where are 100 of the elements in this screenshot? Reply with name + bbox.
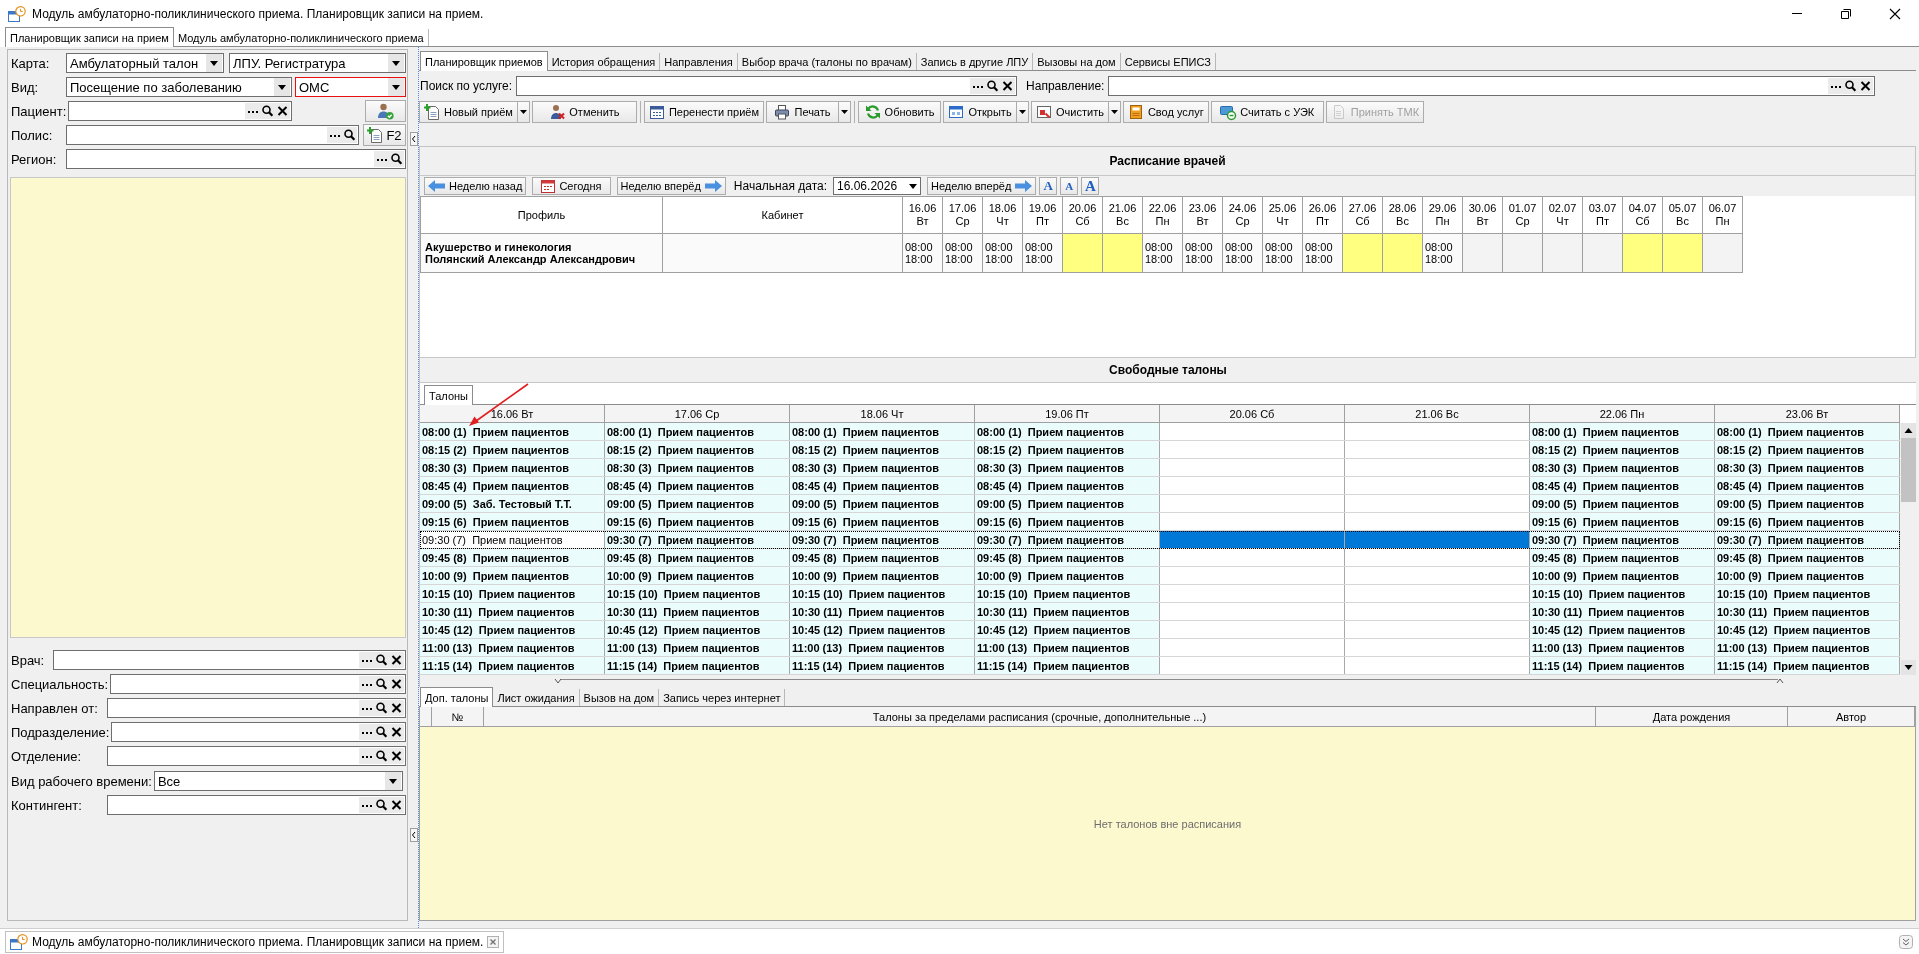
slot-cell[interactable]: 08:15 (2) Прием пациентов	[605, 441, 790, 458]
slot-cell[interactable]: 10:45 (12) Прием пациентов	[1715, 621, 1900, 638]
slot-cell[interactable]: 11:00 (13) Прием пациентов	[605, 639, 790, 656]
slot-cell[interactable]: 11:15 (14) Прием пациентов	[605, 657, 790, 674]
caret-icon[interactable]	[206, 54, 222, 72]
today-button[interactable]: Сегодня	[532, 177, 611, 195]
slot-cell[interactable]: 09:45 (8) Прием пациентов	[790, 549, 975, 566]
scroll-thumb[interactable]	[1901, 438, 1916, 502]
slot-cell[interactable]: 09:45 (8) Прием пациентов	[975, 549, 1160, 566]
slot-cell[interactable]: 10:30 (11) Прием пациентов	[605, 603, 790, 620]
tab[interactable]: Вызовы на дом	[1033, 53, 1121, 70]
slot-cell[interactable]: 09:15 (6) Прием пациентов	[605, 513, 790, 530]
slot-cell[interactable]: 10:00 (9) Прием пациентов	[1530, 567, 1715, 584]
user-button[interactable]	[365, 100, 406, 122]
open-button[interactable]: Открыть	[943, 101, 1017, 123]
search-icon[interactable]	[374, 724, 389, 740]
slot-cell[interactable]: 09:30 (7) Прием пациентов	[790, 531, 975, 548]
slot-cell[interactable]: 08:15 (2) Прием пациентов	[790, 441, 975, 458]
slot-cell[interactable]: 08:15 (2) Прием пациентов	[975, 441, 1160, 458]
search-icon[interactable]	[374, 652, 389, 668]
slot-row[interactable]: 09:00 (5) Заб. Тестовый Т.Т. 09:00 (5) Прием пациентов 09:00 (5) Прием пациентов 09:00 (5) Прием пациентов 09:00 (5) Прием пациентов 09:00 (5) Прием пациентов	[420, 495, 1900, 513]
slot-cell[interactable]: 08:00 (1) Прием пациентов	[1530, 423, 1715, 440]
slot-cell[interactable]: 09:15 (6) Прием пациентов	[1530, 513, 1715, 530]
lookup-field[interactable]	[107, 746, 406, 766]
slot-cell[interactable]: 10:45 (12) Прием пациентов	[975, 621, 1160, 638]
slot-cell[interactable]: 10:15 (10) Прием пациентов	[1715, 585, 1900, 602]
slot-cell[interactable]: 09:15 (6) Прием пациентов	[790, 513, 975, 530]
slot-cell[interactable]: 10:45 (12) Прием пациентов	[605, 621, 790, 638]
dropdown-button[interactable]	[1016, 101, 1029, 123]
tab[interactable]: Лист ожидания	[493, 689, 580, 706]
slot-cell[interactable]: 10:00 (9) Прием пациентов	[605, 567, 790, 584]
more-icon[interactable]	[359, 700, 374, 716]
slot-cell[interactable]: 08:45 (4) Прием пациентов	[420, 477, 605, 494]
more-icon[interactable]	[359, 724, 374, 740]
slot-cell[interactable]: 08:30 (3) Прием пациентов	[1530, 459, 1715, 476]
more-icon[interactable]	[327, 127, 342, 143]
cancel-button[interactable]: Отменить	[531, 101, 637, 123]
splitter-handle[interactable]	[555, 678, 1783, 684]
slot-cell[interactable]: 10:45 (12) Прием пациентов	[790, 621, 975, 638]
slot-cell[interactable]: 10:30 (11) Прием пациентов	[975, 603, 1160, 620]
slot-cell[interactable]: 09:45 (8) Прием пациентов	[1715, 549, 1900, 566]
search-icon[interactable]	[342, 127, 357, 143]
restore-icon[interactable]	[1840, 8, 1851, 19]
more-icon[interactable]	[359, 797, 374, 813]
slot-cell[interactable]: 09:30 (7) Прием пациентов	[975, 531, 1160, 548]
scroll-down-icon[interactable]	[1901, 660, 1916, 675]
more-icon[interactable]	[245, 103, 261, 119]
slot-cell[interactable]: 08:15 (2) Прием пациентов	[420, 441, 605, 458]
clear-icon[interactable]	[389, 748, 404, 764]
slot-cell[interactable]: 10:30 (11) Прием пациентов	[420, 603, 605, 620]
lookup-field[interactable]	[68, 101, 293, 121]
slot-cell[interactable]: 10:00 (9) Прием пациентов	[1715, 567, 1900, 584]
slot-cell[interactable]: 11:00 (13) Прием пациентов	[420, 639, 605, 656]
slot-cell[interactable]: 11:15 (14) Прием пациентов	[1530, 657, 1715, 674]
date-dropdown[interactable]: 16.06.2026	[833, 177, 921, 195]
slot-cell[interactable]: 09:00 (5) Заб. Тестовый Т.Т.	[420, 495, 605, 512]
slot-cell[interactable]: 09:30 (7) Прием пациентов	[1715, 531, 1900, 548]
slot-cell[interactable]: 11:00 (13) Прием пациентов	[790, 639, 975, 656]
slot-cell[interactable]: 08:00 (1) Прием пациентов	[1715, 423, 1900, 440]
tab[interactable]: Доп. талоны	[420, 687, 494, 707]
slot-cell[interactable]: 09:30 (7) Прием пациентов	[605, 531, 790, 548]
search-icon[interactable]	[374, 748, 389, 764]
more-icon[interactable]	[1828, 78, 1844, 94]
slot-cell[interactable]: 10:45 (12) Прием пациентов	[1530, 621, 1715, 638]
slot-cell[interactable]: 08:00 (1) Прием пациентов	[605, 423, 790, 440]
new-appointment-button[interactable]: Новый приём	[419, 101, 518, 123]
scrollbar[interactable]	[1900, 423, 1917, 675]
search-icon[interactable]	[374, 676, 389, 692]
lookup-field[interactable]	[66, 125, 359, 145]
slot-cell[interactable]: 09:00 (5) Прием пациентов	[975, 495, 1160, 512]
tab[interactable]: Направления	[660, 53, 738, 70]
slot-cell[interactable]: 11:00 (13) Прием пациентов	[1715, 639, 1900, 656]
caret-icon[interactable]	[385, 772, 401, 790]
lookup-field[interactable]	[107, 795, 406, 815]
slot-cell[interactable]: 10:00 (9) Прием пациентов	[420, 567, 605, 584]
slot-row[interactable]: 08:30 (3) Прием пациентов 08:30 (3) Прием пациентов 08:30 (3) Прием пациентов 08:30 (3) Прием пациентов 08:30 (3) Прием пациентов 08:30 (3) Прием пациентов	[420, 459, 1900, 477]
slot-cell[interactable]: 08:30 (3) Прием пациентов	[1715, 459, 1900, 476]
slot-cell[interactable]: 08:45 (4) Прием пациентов	[975, 477, 1160, 494]
font-size-button[interactable]: A	[1060, 177, 1079, 195]
slot-cell[interactable]: 08:15 (2) Прием пациентов	[1715, 441, 1900, 458]
slot-cell[interactable]: 08:45 (4) Прием пациентов	[605, 477, 790, 494]
slot-cell[interactable]: 08:00 (1) Прием пациентов	[975, 423, 1160, 440]
lookup-field[interactable]	[516, 76, 1018, 96]
previous-week-button[interactable]: Неделю назад	[424, 177, 527, 195]
more-icon[interactable]	[970, 78, 986, 94]
slot-cell[interactable]: 08:30 (3) Прием пациентов	[420, 459, 605, 476]
tab[interactable]: Запись в другие ЛПУ	[916, 53, 1034, 70]
next-week-button[interactable]: Неделю вперёд	[616, 177, 726, 195]
reschedule-button[interactable]: Перенести приём	[643, 101, 764, 123]
slot-row[interactable]: 10:15 (10) Прием пациентов 10:15 (10) Прием пациентов 10:15 (10) Прием пациентов 10:15 (10) Прием пациентов 10:15 (10) Прием пациентов 10:15 (10) Прием пациентов	[420, 585, 1900, 603]
clear-icon[interactable]	[275, 103, 291, 119]
more-icon[interactable]	[359, 676, 374, 692]
slot-cell[interactable]: 10:30 (11) Прием пациентов	[1530, 603, 1715, 620]
slot-cell[interactable]: 08:45 (4) Прием пациентов	[790, 477, 975, 494]
search-icon[interactable]	[374, 797, 389, 813]
slot-cell[interactable]: 11:15 (14) Прием пациентов	[790, 657, 975, 674]
slot-cell[interactable]: 10:00 (9) Прием пациентов	[790, 567, 975, 584]
tab[interactable]: Запись через интернет	[659, 689, 786, 706]
window-tab[interactable]: Модуль амбулаторно-поликлинического приема. Планировщик записи на прием.	[5, 930, 505, 953]
slot-row[interactable]: 08:00 (1) Прием пациентов 08:00 (1) Прием пациентов 08:00 (1) Прием пациентов 08:00 (1) Прием пациентов 08:00 (1) Прием пациентов 08:00 (1) Прием пациентов	[420, 423, 1900, 441]
